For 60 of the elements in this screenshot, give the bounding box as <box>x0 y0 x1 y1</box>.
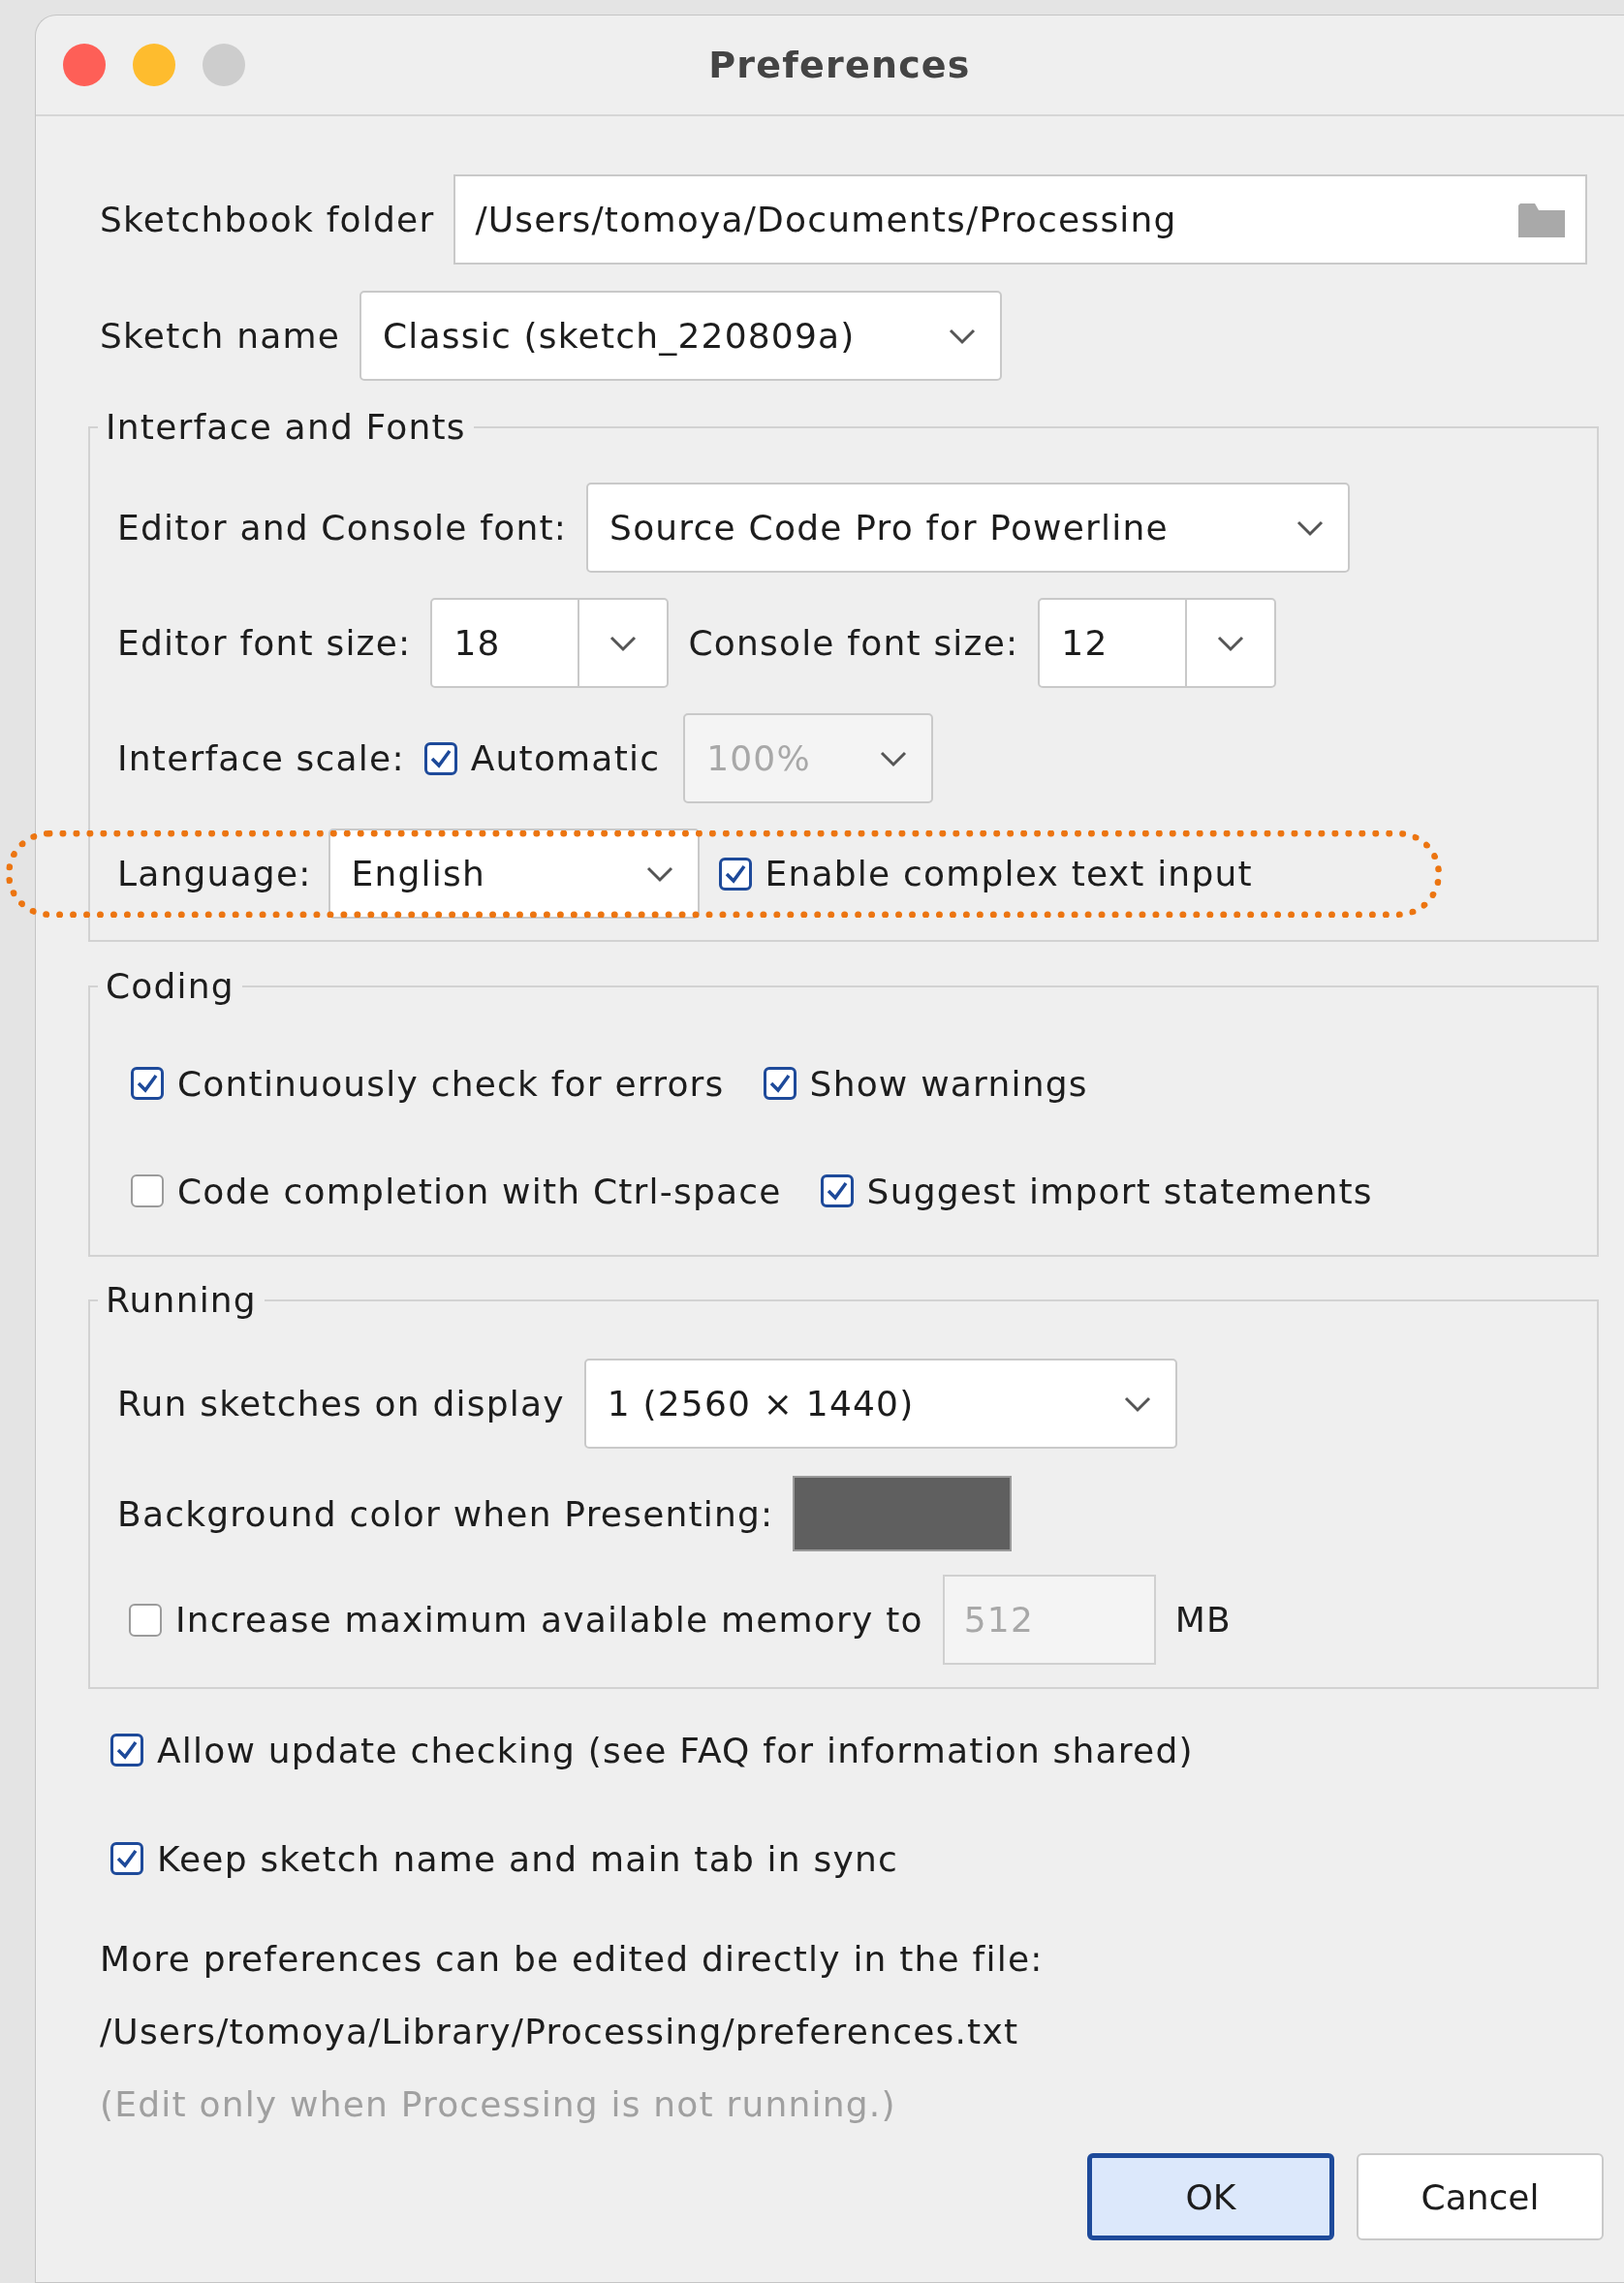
checkbox-label: Continuously check for errors <box>177 1063 725 1104</box>
checkbox-label: Enable complex text input <box>765 854 1253 893</box>
checkmark-icon <box>723 862 747 885</box>
chevron-down-icon <box>879 749 909 767</box>
chevron-down-icon <box>948 327 978 345</box>
note-text: /Users/tomoya/Library/Processing/preferences.txt <box>100 2011 1020 2053</box>
checkmark-icon <box>825 1180 849 1202</box>
field-label: Sketch name <box>100 316 341 356</box>
checkbox[interactable] <box>820 1174 854 1207</box>
checkbox[interactable] <box>129 1603 162 1637</box>
folder-icon <box>1517 201 1566 238</box>
combo-box[interactable]: 12 <box>1038 598 1277 688</box>
checkbox[interactable] <box>110 1842 143 1875</box>
window-title: Preferences <box>708 44 971 86</box>
path-field[interactable]: /Users/tomoya/Documents/Processing <box>453 174 1587 265</box>
checkmark-icon <box>115 1739 139 1761</box>
checkmark-icon <box>767 1073 792 1094</box>
field-label: Run sketches on display <box>117 1384 565 1423</box>
group-title: Coding <box>105 966 235 1006</box>
chevron-down-icon <box>1296 518 1326 537</box>
field-label: Language: <box>117 854 312 893</box>
checkmark-icon <box>136 1073 159 1094</box>
checkbox-label: Increase maximum available memory to <box>175 1600 923 1640</box>
checkbox-label: Automatic <box>470 738 661 778</box>
checkbox-label: Allow update checking (see FAQ for information shared) <box>157 1730 1194 1770</box>
dropdown[interactable]: English <box>328 829 700 919</box>
checkbox-label: Suggest import statements <box>866 1171 1373 1211</box>
chevron-down-icon <box>644 864 674 883</box>
note-text: More preferences can be edited directly in the file: <box>100 1938 1045 1981</box>
color-swatch[interactable] <box>793 1476 1013 1551</box>
checkbox-label: Show warnings <box>809 1063 1088 1104</box>
group-title: Interface and Fonts <box>105 407 467 447</box>
field-label: Editor and Console font: <box>117 508 568 547</box>
field-label: Sketchbook folder <box>100 200 435 239</box>
chevron-down-icon <box>1122 1394 1152 1413</box>
chevron-down-icon <box>1216 634 1246 652</box>
checkmark-icon <box>428 747 453 769</box>
field-label: Background color when Presenting: <box>117 1493 774 1534</box>
checkbox-label: Keep sketch name and main tab in sync <box>157 1838 898 1879</box>
dropdown[interactable]: 1 (2560 × 1440) <box>583 1359 1177 1449</box>
combo-box[interactable]: 18 <box>430 598 670 688</box>
checkbox[interactable] <box>718 857 752 891</box>
window-control-button[interactable] <box>63 44 106 86</box>
group-title: Running <box>105 1280 258 1320</box>
field-label: Console font size: <box>688 623 1019 663</box>
checkbox[interactable] <box>131 1067 164 1100</box>
ok-button[interactable]: OK <box>1087 2153 1334 2240</box>
field-label: Editor font size: <box>117 623 412 663</box>
checkmark-icon <box>115 1848 139 1869</box>
checkbox[interactable] <box>763 1067 796 1100</box>
dropdown[interactable]: Source Code Pro for Powerline <box>586 483 1351 573</box>
unit-label: MB <box>1174 1600 1232 1640</box>
field-label: Interface scale: <box>117 738 405 778</box>
cancel-button[interactable]: Cancel <box>1357 2153 1604 2240</box>
chevron-down-icon <box>609 634 639 652</box>
hint-text: (Edit only when Processing is not running.) <box>100 2083 897 2126</box>
checkbox-label: Code completion with Ctrl-space <box>177 1171 782 1211</box>
checkbox[interactable] <box>110 1734 143 1767</box>
dropdown[interactable]: Classic (sketch_220809a) <box>359 291 1003 381</box>
checkbox[interactable] <box>131 1174 164 1207</box>
